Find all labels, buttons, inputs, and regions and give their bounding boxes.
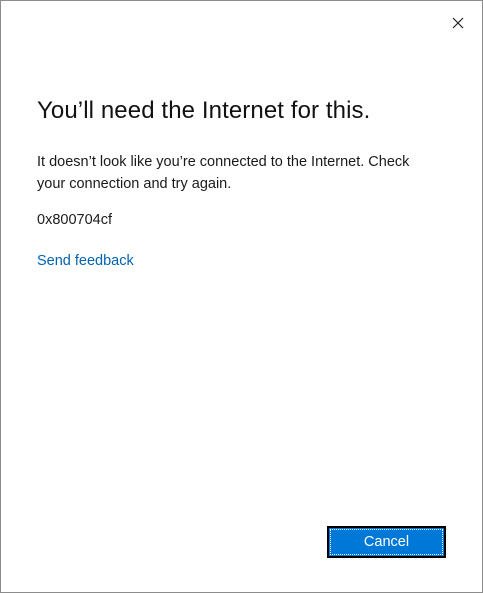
dialog-title: You’ll need the Internet for this. <box>37 97 371 124</box>
cancel-button[interactable]: Cancel <box>327 526 446 558</box>
close-button[interactable] <box>448 13 468 33</box>
close-icon <box>452 17 464 29</box>
send-feedback-link[interactable]: Send feedback <box>37 253 134 269</box>
error-message: It doesn’t look like you’re connected to… <box>37 154 410 192</box>
error-code: 0x800704cf <box>37 212 112 228</box>
dialog-window: You’ll need the Internet for this. It do… <box>0 0 483 593</box>
cancel-button-label: Cancel <box>363 534 410 550</box>
